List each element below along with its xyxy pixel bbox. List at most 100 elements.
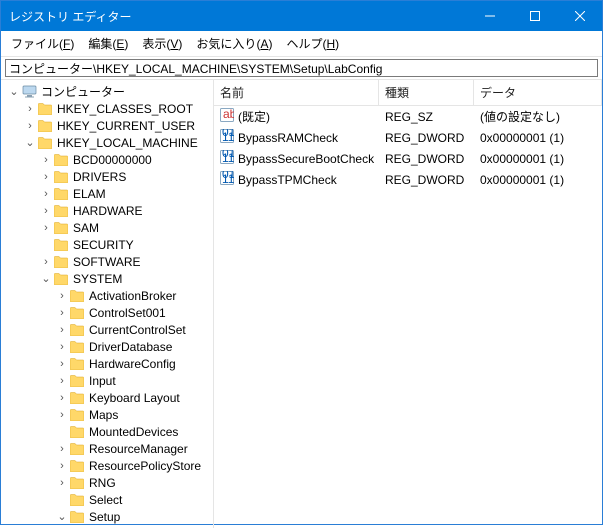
reg-string-icon [220,108,234,125]
tree-item[interactable]: › ActivationBroker [3,287,213,304]
list-item[interactable]: (既定)REG_SZ(値の設定なし) [214,106,602,127]
chevron-right-icon[interactable]: › [55,408,69,422]
tree-item[interactable]: ›Maps [3,406,213,423]
tree-item[interactable]: › DRIVERS [3,168,213,185]
tree-item-label: SAM [72,221,100,235]
tree-item-label: Setup [88,510,121,524]
value-name: BypassSecureBootCheck [238,152,374,166]
menubar: ファイル(F) 編集(E) 表示(V) お気に入り(A) ヘルプ(H) [1,31,602,57]
tree-item-label: HARDWARE [72,204,144,218]
menu-edit[interactable]: 編集(E) [82,33,134,54]
folder-icon [53,187,69,201]
folder-icon [37,102,53,116]
tree-item[interactable]: ›ControlSet001 [3,304,213,321]
tree-item[interactable]: MountedDevices [3,423,213,440]
chevron-right-icon[interactable]: › [55,391,69,405]
chevron-right-icon[interactable]: › [39,255,53,269]
tree-item[interactable]: › SAM [3,219,213,236]
chevron-right-icon[interactable]: › [55,306,69,320]
tree-item-label: DriverDatabase [88,340,173,354]
menu-file[interactable]: ファイル(F) [5,33,80,54]
titlebar[interactable]: レジストリ エディター [1,1,602,31]
chevron-right-icon[interactable]: › [39,204,53,218]
close-button[interactable] [557,1,602,31]
value-type: REG_SZ [379,107,474,126]
folder-icon [53,272,69,286]
tree-item[interactable]: ›ResourceManager [3,440,213,457]
chevron-right-icon[interactable]: › [55,476,69,490]
chevron-right-icon[interactable]: › [55,323,69,337]
chevron-right-icon[interactable]: › [39,170,53,184]
chevron-right-icon[interactable]: › [23,119,37,133]
tree-item[interactable]: ›RNG [3,474,213,491]
list-item[interactable]: BypassSecureBootCheckREG_DWORD0x00000001… [214,148,602,169]
chevron-right-icon[interactable]: › [55,289,69,303]
tree-item[interactable]: ›Input [3,372,213,389]
folder-icon [69,289,85,303]
chevron-down-icon[interactable]: ⌄ [55,510,69,524]
chevron-right-icon[interactable]: › [39,187,53,201]
value-data: 0x00000001 (1) [474,149,602,168]
chevron-down-icon[interactable]: ⌄ [39,272,53,286]
chevron-right-icon[interactable]: › [39,153,53,167]
tree-item[interactable]: ⌄ Setup [3,508,213,525]
minimize-button[interactable] [467,1,512,31]
chevron-right-icon[interactable]: › [55,442,69,456]
tree-item[interactable]: Select [3,491,213,508]
chevron-right-icon[interactable]: › [39,221,53,235]
folder-icon [53,170,69,184]
tree-item[interactable]: SECURITY [3,236,213,253]
chevron-right-icon[interactable]: › [23,102,37,116]
folder-icon [69,510,85,524]
tree-item[interactable]: ⌄ SYSTEM [3,270,213,287]
tree-item[interactable]: ⌄コンピューター [3,83,213,100]
tree-item-label: BCD00000000 [72,153,153,167]
tree-item[interactable]: ›Keyboard Layout [3,389,213,406]
tree-item[interactable]: ⌄ HKEY_LOCAL_MACHINE [3,134,213,151]
tree-item-label: HKEY_LOCAL_MACHINE [56,136,199,150]
chevron-down-icon[interactable]: ⌄ [23,136,37,150]
col-name[interactable]: 名前 [214,80,379,105]
col-data[interactable]: データ [474,80,602,105]
tree-item-label: ResourcePolicyStore [88,459,202,473]
list-header[interactable]: 名前 種類 データ [214,80,602,106]
col-type[interactable]: 種類 [379,80,474,105]
address-input[interactable] [5,59,598,77]
list-item[interactable]: BypassTPMCheckREG_DWORD0x00000001 (1) [214,169,602,190]
menu-view[interactable]: 表示(V) [136,33,188,54]
tree-item[interactable]: › HKEY_CLASSES_ROOT [3,100,213,117]
reg-binary-icon [220,150,234,167]
chevron-right-icon[interactable]: › [55,374,69,388]
tree-item-label: SOFTWARE [72,255,142,269]
chevron-right-icon[interactable]: › [55,340,69,354]
maximize-button[interactable] [512,1,557,31]
tree-item[interactable]: › SOFTWARE [3,253,213,270]
tree-item[interactable]: › ELAM [3,185,213,202]
tree-item[interactable]: › ResourcePolicyStore [3,457,213,474]
list-item[interactable]: BypassRAMCheckREG_DWORD0x00000001 (1) [214,127,602,148]
value-type: REG_DWORD [379,170,474,189]
tree-item-label: SYSTEM [72,272,123,286]
menu-favorites[interactable]: お気に入り(A) [190,33,278,54]
tree-item[interactable]: ›HardwareConfig [3,355,213,372]
folder-icon [69,493,85,507]
tree-item[interactable]: ›HKEY_CURRENT_USER [3,117,213,134]
tree-item-label: ELAM [72,187,107,201]
folder-icon [53,255,69,269]
tree-item-label: DRIVERS [72,170,127,184]
tree-item-label: ActivationBroker [88,289,177,303]
chevron-right-icon[interactable]: › [55,357,69,371]
list-pane[interactable]: 名前 種類 データ (既定)REG_SZ(値の設定なし)BypassRAMChe… [214,80,602,528]
folder-icon [69,408,85,422]
tree-item-label: SECURITY [72,238,135,252]
tree-item-label: HKEY_CLASSES_ROOT [56,102,194,116]
tree-item[interactable]: › DriverDatabase [3,338,213,355]
tree-pane[interactable]: ⌄コンピューター › HKEY_CLASSES_ROOT›HKEY_CURRENT_… [1,80,214,528]
folder-icon [69,476,85,490]
chevron-right-icon[interactable]: › [55,459,69,473]
tree-item[interactable]: › HARDWARE [3,202,213,219]
menu-help[interactable]: ヘルプ(H) [280,33,345,54]
tree-item[interactable]: ›CurrentControlSet [3,321,213,338]
tree-item[interactable]: › BCD00000000 [3,151,213,168]
chevron-down-icon[interactable]: ⌄ [7,85,21,99]
